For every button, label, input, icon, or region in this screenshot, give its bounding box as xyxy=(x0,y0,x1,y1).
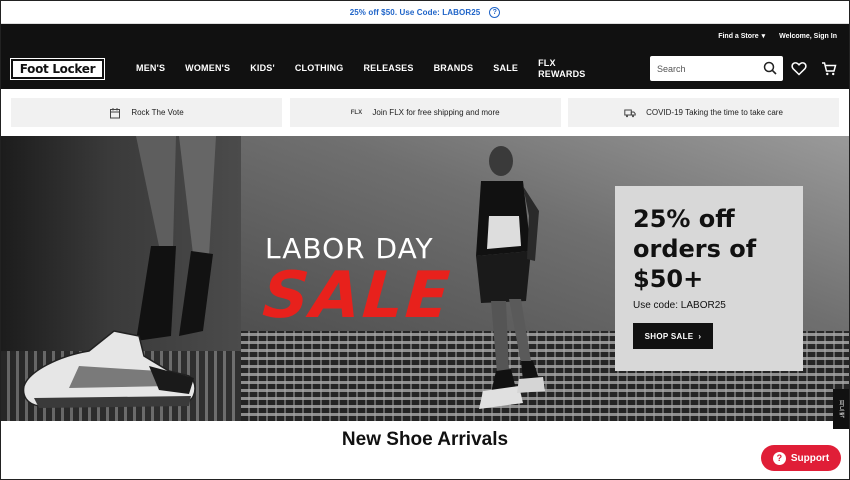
nav-item-womens[interactable]: WOMEN'S xyxy=(185,63,230,74)
help-icon[interactable]: ? xyxy=(489,6,501,18)
shop-sale-button[interactable]: SHOP SALE › xyxy=(633,323,713,349)
find-store-link[interactable]: Find a Store ▾ xyxy=(718,32,765,40)
nav-item-mens[interactable]: MEN'S xyxy=(136,63,165,74)
cart-icon[interactable] xyxy=(821,61,837,76)
info-strip: Rock The Vote FLX Join FLX for free ship… xyxy=(1,89,849,136)
nav-item-clothing[interactable]: CLOTHING xyxy=(295,63,344,74)
sneaker-image xyxy=(22,330,196,408)
info-card-flx[interactable]: FLX Join FLX for free shipping and more xyxy=(289,98,561,127)
support-button[interactable]: ? Support xyxy=(761,445,841,471)
offer-card: 25% off orders of $50+ Use code: LABOR25… xyxy=(615,186,803,371)
search-icon[interactable] xyxy=(763,61,777,75)
nav-item-sale[interactable]: SALE xyxy=(493,63,518,74)
logo[interactable]: Foot Locker xyxy=(10,57,105,80)
feedback-tab[interactable]: 피드백 xyxy=(833,389,849,429)
flx-icon: FLX xyxy=(350,109,363,116)
search-box[interactable] xyxy=(650,56,783,81)
calendar-icon xyxy=(110,107,121,118)
sign-in-link[interactable]: Welcome, Sign In xyxy=(779,33,837,40)
hero-sale-text: SALE xyxy=(260,259,454,333)
hero-banner[interactable]: LABOR DAY SALE 25% off orders of $50+ Us… xyxy=(1,136,849,421)
nav-item-brands[interactable]: BRANDS xyxy=(434,63,474,74)
shop-sale-label: SHOP SALE xyxy=(644,331,694,341)
info-card-label: COVID-19 Taking the time to take care xyxy=(646,108,783,117)
offer-title: 25% off orders of $50+ xyxy=(633,205,757,293)
new-arrivals-section: New Shoe Arrivals xyxy=(1,421,849,458)
search-input[interactable] xyxy=(657,63,757,74)
model-figure xyxy=(476,146,545,409)
nav-item-releases[interactable]: RELEASES xyxy=(363,63,413,74)
nav-menu: MEN'S WOMEN'S KIDS' CLOTHING RELEASES BR… xyxy=(136,58,606,80)
info-card-label: Rock The Vote xyxy=(131,108,184,117)
truck-icon xyxy=(624,109,636,117)
find-store-label: Find a Store xyxy=(718,33,759,40)
main-nav: Foot Locker MEN'S WOMEN'S KIDS' CLOTHING… xyxy=(1,48,849,89)
offer-code: Use code: LABOR25 xyxy=(633,300,726,311)
question-icon: ? xyxy=(772,451,786,465)
chevron-down-icon: ▾ xyxy=(761,33,766,40)
heart-icon[interactable] xyxy=(791,61,807,76)
promo-bar[interactable]: 25% off $50. Use Code: LABOR25 ? xyxy=(1,1,849,24)
utility-bar: Find a Store ▾ Welcome, Sign In xyxy=(1,24,849,48)
chevron-right-icon: › xyxy=(698,331,702,341)
nav-item-flx-rewards[interactable]: FLX REWARDS xyxy=(538,58,586,80)
section-title: New Shoe Arrivals xyxy=(341,428,509,450)
page-frame: 25% off $50. Use Code: LABOR25 ? Find a … xyxy=(0,0,850,480)
info-card-label: Join FLX for free shipping and more xyxy=(372,108,500,117)
promo-text[interactable]: 25% off $50. Use Code: LABOR25 xyxy=(350,8,481,17)
nav-item-kids[interactable]: KIDS' xyxy=(250,63,275,74)
support-label: Support xyxy=(790,452,830,464)
info-card-rock-the-vote[interactable]: Rock The Vote xyxy=(11,98,282,127)
info-card-covid[interactable]: COVID-19 Taking the time to take care xyxy=(568,98,839,127)
